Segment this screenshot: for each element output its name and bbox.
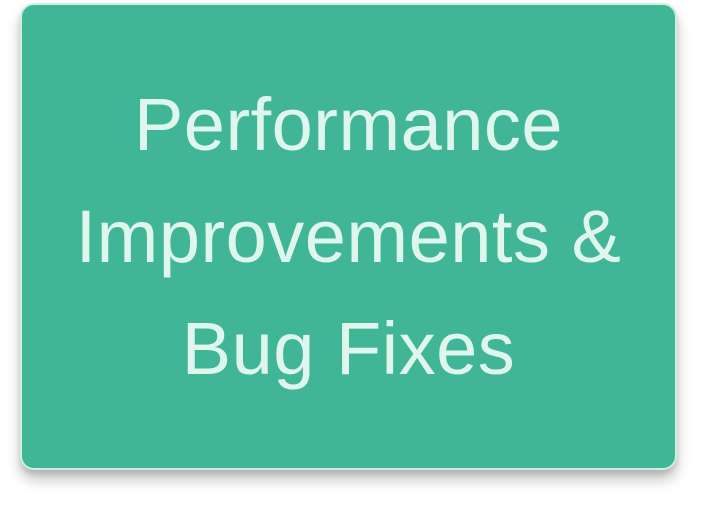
card-title: Performance Improvements & Bug Fixes	[75, 82, 622, 390]
release-note-card: Performance Improvements & Bug Fixes	[20, 3, 677, 470]
